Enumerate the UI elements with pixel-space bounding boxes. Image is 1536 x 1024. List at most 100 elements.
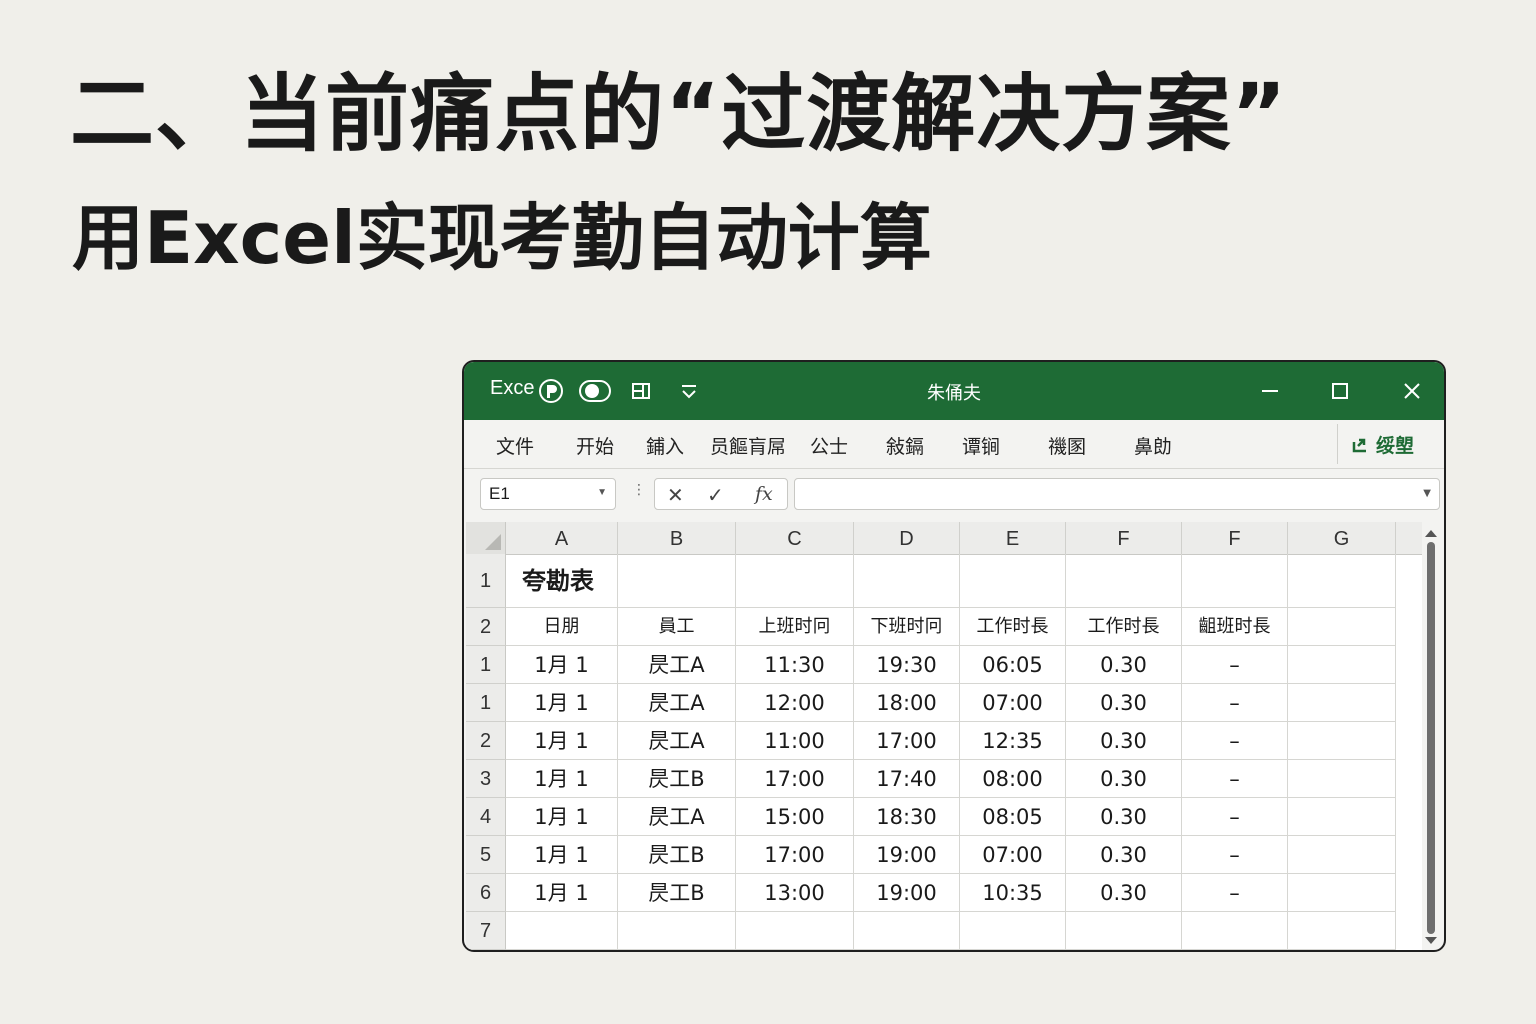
row-header[interactable]: 6 [466, 874, 506, 912]
column-header[interactable]: E [960, 522, 1066, 554]
close-button[interactable] [1392, 372, 1432, 410]
tab-file[interactable]: 文件 [496, 432, 534, 459]
row-header[interactable]: 5 [466, 836, 506, 874]
minimize-button[interactable] [1250, 372, 1290, 410]
table-cell[interactable]: 0.30 [1066, 874, 1182, 912]
column-title-cell[interactable]: 齟班时長 [1182, 608, 1288, 646]
column-header[interactable]: G [1288, 522, 1396, 554]
save-icon[interactable] [626, 376, 656, 406]
row-header[interactable]: 7 [466, 912, 506, 950]
table-cell[interactable]: 19:30 [854, 646, 960, 684]
column-title-cell[interactable]: 工作时長 [960, 608, 1066, 646]
table-cell[interactable]: 1月 1 [506, 798, 618, 836]
table-cell[interactable] [1288, 912, 1396, 950]
table-cell[interactable]: 08:05 [960, 798, 1066, 836]
table-cell[interactable] [1182, 912, 1288, 950]
table-cell[interactable] [854, 554, 960, 608]
row-header[interactable]: 2 [466, 608, 506, 646]
table-cell[interactable]: 11:00 [736, 722, 854, 760]
tab-data[interactable]: 敍鎘 [886, 432, 924, 459]
table-cell[interactable]: 1月 1 [506, 760, 618, 798]
select-all-corner[interactable] [466, 522, 506, 554]
row-header[interactable]: 1 [466, 684, 506, 722]
column-header[interactable]: D [854, 522, 960, 554]
table-cell[interactable]: 1月 1 [506, 646, 618, 684]
tab-view[interactable]: 禨圂 [1048, 432, 1086, 459]
table-cell[interactable]: 18:30 [854, 798, 960, 836]
column-title-cell[interactable]: 日朋 [506, 608, 618, 646]
table-cell[interactable] [1288, 646, 1396, 684]
row-header[interactable]: 4 [466, 798, 506, 836]
customize-quick-access-icon[interactable] [674, 376, 704, 406]
table-cell[interactable]: – [1182, 684, 1288, 722]
table-cell[interactable] [736, 912, 854, 950]
scrollbar-thumb[interactable] [1427, 542, 1435, 934]
table-cell[interactable]: 昃工B [618, 760, 736, 798]
table-cell[interactable] [1288, 760, 1396, 798]
table-cell[interactable]: 0.30 [1066, 760, 1182, 798]
toggle-icon[interactable] [578, 376, 612, 406]
column-header[interactable]: B [618, 522, 736, 554]
table-cell[interactable]: 1月 1 [506, 684, 618, 722]
table-cell[interactable]: 1月 1 [506, 722, 618, 760]
table-cell[interactable]: 昃工A [618, 646, 736, 684]
row-header[interactable]: 1 [466, 646, 506, 684]
table-cell[interactable]: 17:00 [736, 760, 854, 798]
vertical-scrollbar[interactable] [1424, 528, 1438, 946]
row-header[interactable]: 1 [466, 554, 506, 608]
table-cell[interactable]: 07:00 [960, 836, 1066, 874]
table-cell[interactable]: 昃工A [618, 684, 736, 722]
table-cell[interactable]: 昃工A [618, 722, 736, 760]
table-cell[interactable] [618, 554, 736, 608]
share-button[interactable]: 绥塱 [1337, 424, 1426, 464]
table-cell[interactable]: 13:00 [736, 874, 854, 912]
table-cell[interactable]: 0.30 [1066, 646, 1182, 684]
table-cell[interactable] [960, 912, 1066, 950]
column-title-cell[interactable]: 下班时冋 [854, 608, 960, 646]
table-cell[interactable] [1066, 912, 1182, 950]
name-box[interactable]: E1 ▼ [480, 478, 616, 510]
table-cell[interactable] [1288, 874, 1396, 912]
column-title-cell[interactable]: 工作时長 [1066, 608, 1182, 646]
table-cell[interactable]: 0.30 [1066, 722, 1182, 760]
table-cell[interactable]: 12:35 [960, 722, 1066, 760]
table-cell[interactable]: 18:00 [854, 684, 960, 722]
table-cell[interactable] [960, 554, 1066, 608]
table-cell[interactable]: 17:00 [736, 836, 854, 874]
table-cell[interactable]: – [1182, 798, 1288, 836]
table-cell[interactable]: 1月 1 [506, 836, 618, 874]
table-cell[interactable]: 1月 1 [506, 874, 618, 912]
table-cell[interactable] [506, 912, 618, 950]
table-cell[interactable]: 0.30 [1066, 798, 1182, 836]
tab-help[interactable]: 鼻勆 [1134, 432, 1172, 459]
table-cell[interactable] [1288, 798, 1396, 836]
table-cell[interactable]: 昃工B [618, 836, 736, 874]
table-cell[interactable] [1288, 554, 1396, 608]
table-cell[interactable]: 19:00 [854, 836, 960, 874]
column-title-cell[interactable] [1288, 608, 1396, 646]
autosave-toggle-icon[interactable] [536, 376, 566, 406]
column-title-cell[interactable]: 員工 [618, 608, 736, 646]
chevron-down-icon[interactable]: ▼ [1423, 488, 1431, 499]
column-header[interactable]: F [1182, 522, 1288, 554]
column-title-cell[interactable]: 上班时冋 [736, 608, 854, 646]
table-cell[interactable] [1288, 836, 1396, 874]
table-cell[interactable]: 17:00 [854, 722, 960, 760]
tab-page-layout[interactable]: 员饇肓屌 [710, 432, 786, 459]
table-cell[interactable]: – [1182, 760, 1288, 798]
table-cell[interactable]: 10:35 [960, 874, 1066, 912]
column-header[interactable]: A [506, 522, 618, 554]
scroll-up-icon[interactable] [1425, 530, 1437, 537]
tab-formulas[interactable]: 公士 [810, 432, 848, 459]
table-cell[interactable] [1182, 554, 1288, 608]
table-cell[interactable]: 15:00 [736, 798, 854, 836]
table-cell[interactable]: 17:40 [854, 760, 960, 798]
table-cell[interactable] [618, 912, 736, 950]
scroll-down-icon[interactable] [1425, 937, 1437, 944]
more-options-icon[interactable]: ⋮ [632, 482, 646, 498]
enter-icon[interactable]: ✓ [707, 483, 724, 507]
table-cell[interactable] [1066, 554, 1182, 608]
table-cell[interactable]: – [1182, 646, 1288, 684]
table-cell[interactable]: 0.30 [1066, 836, 1182, 874]
table-cell[interactable]: 07:00 [960, 684, 1066, 722]
